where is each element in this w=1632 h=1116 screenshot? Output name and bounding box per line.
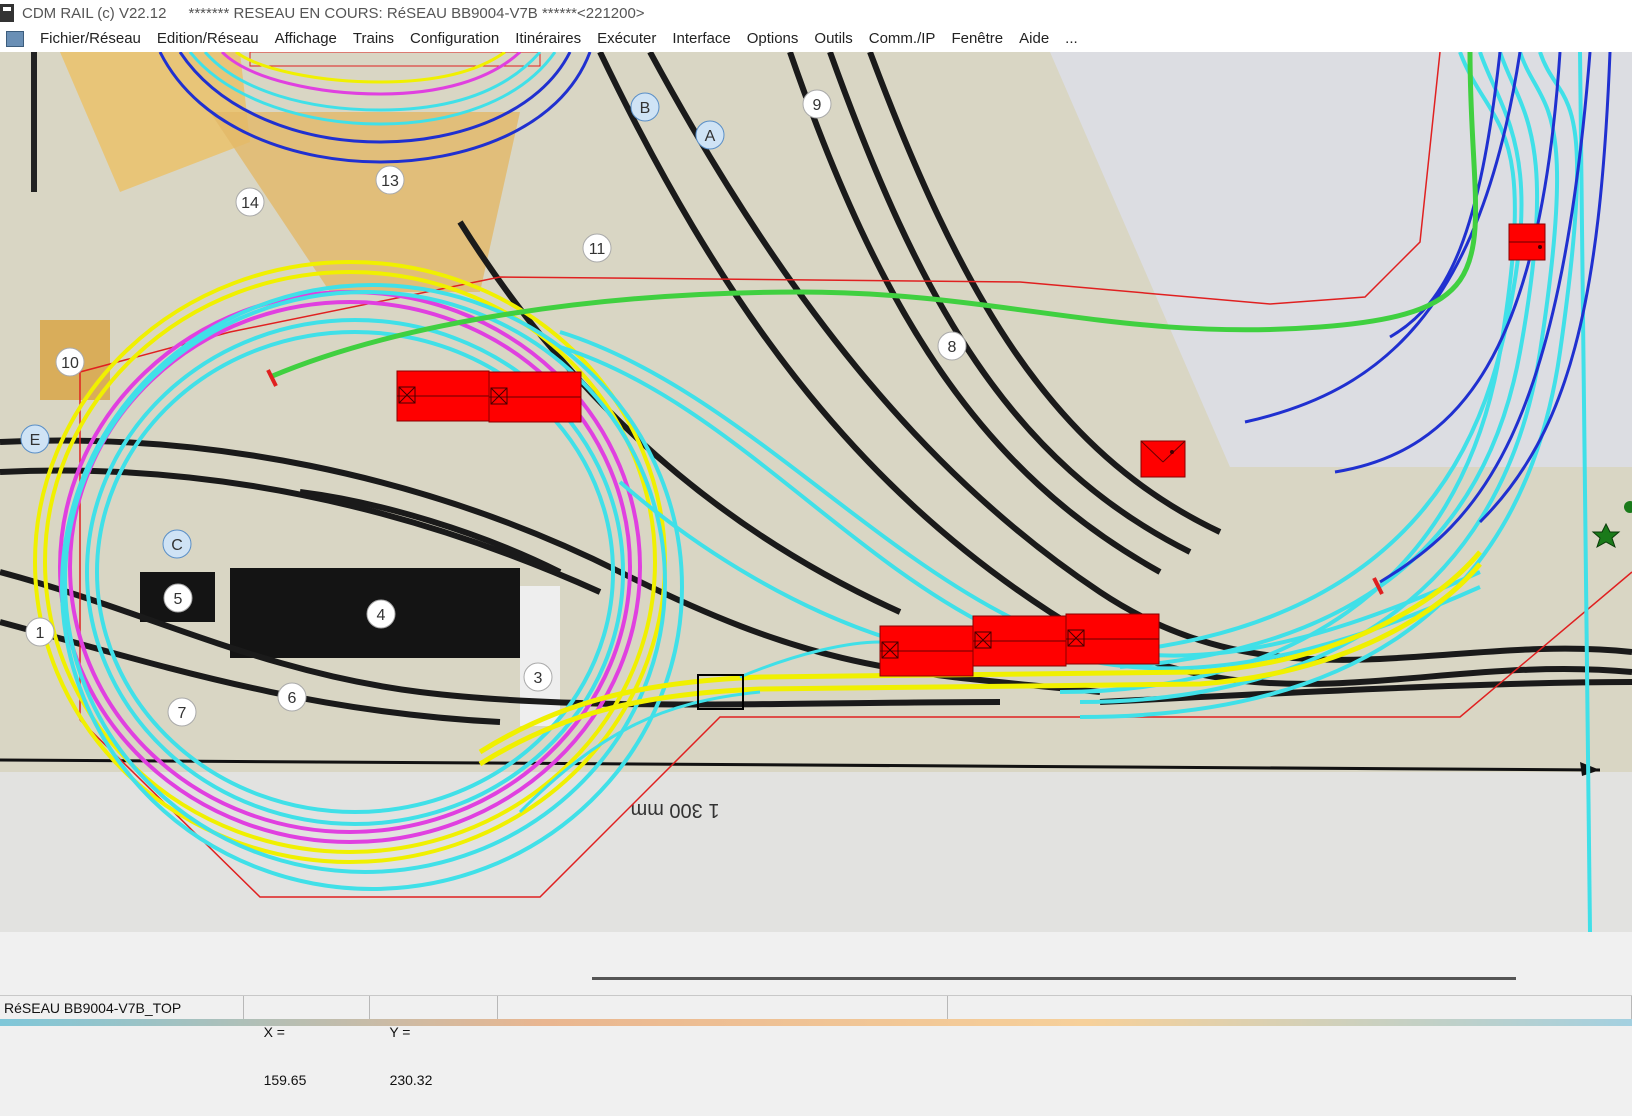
plan-label-13: 13 bbox=[381, 173, 399, 190]
menu-comm-ip[interactable]: Comm./IP bbox=[861, 26, 944, 52]
plan-label-6: 6 bbox=[288, 690, 297, 707]
plan-label-8: 8 bbox=[948, 339, 957, 356]
status-y-value: 230.32 bbox=[389, 1072, 433, 1088]
plan-label-3: 3 bbox=[534, 670, 543, 687]
menu-executer[interactable]: Exécuter bbox=[589, 26, 664, 52]
track-plan-svg[interactable]: 1 300 mm 14 13 11 9 8 10 1 3 4 5 6 7 C E… bbox=[0, 52, 1632, 932]
plan-label-14: 14 bbox=[241, 195, 259, 212]
title-bar: CDM RAIL (c) V22.12 ******* RESEAU EN CO… bbox=[0, 0, 1632, 26]
horizontal-scroll-area bbox=[0, 932, 1632, 1000]
plan-label-10: 10 bbox=[61, 355, 79, 372]
menu-itineraires[interactable]: Itinéraires bbox=[507, 26, 589, 52]
app-name: CDM RAIL (c) V22.12 bbox=[22, 4, 167, 22]
menu-trains[interactable]: Trains bbox=[345, 26, 402, 52]
taskbar-strip bbox=[0, 1019, 1632, 1026]
status-empty-2 bbox=[948, 996, 1632, 1020]
document-icon[interactable] bbox=[6, 31, 24, 47]
plan-label-B: B bbox=[640, 100, 651, 117]
plan-label-1: 1 bbox=[36, 625, 45, 642]
plan-label-4: 4 bbox=[377, 607, 386, 624]
status-empty-1 bbox=[498, 996, 948, 1020]
menu-bar: Fichier/Réseau Edition/Réseau Affichage … bbox=[0, 26, 1632, 53]
menu-aide[interactable]: Aide bbox=[1011, 26, 1057, 52]
train-block-6[interactable] bbox=[1140, 440, 1186, 478]
network-status-title: ******* RESEAU EN COURS: RéSEAU BB9004-V… bbox=[188, 4, 645, 22]
train-single-right[interactable] bbox=[1508, 223, 1546, 261]
train-group-upper-left[interactable] bbox=[396, 370, 582, 423]
menu-interface[interactable]: Interface bbox=[664, 26, 738, 52]
menu-outils[interactable]: Outils bbox=[806, 26, 860, 52]
status-y-coordinate: Y = 230.32 bbox=[370, 996, 498, 1088]
plan-label-E: E bbox=[30, 432, 41, 449]
plan-label-7: 7 bbox=[178, 705, 187, 722]
status-x-value: 159.65 bbox=[263, 1072, 307, 1088]
menu-affichage[interactable]: Affichage bbox=[267, 26, 345, 52]
horizontal-scrollbar-track[interactable] bbox=[592, 977, 1516, 980]
train-single-middle[interactable] bbox=[1140, 440, 1186, 478]
layout-canvas[interactable]: 1 300 mm 14 13 11 9 8 10 1 3 4 5 6 7 C E… bbox=[0, 52, 1632, 932]
status-network-name: RéSEAU BB9004-V7B_TOP bbox=[0, 996, 244, 1020]
menu-more[interactable]: ... bbox=[1057, 26, 1086, 52]
status-y-label: Y = bbox=[389, 1024, 411, 1040]
menu-edition-reseau[interactable]: Edition/Réseau bbox=[149, 26, 267, 52]
plan-label-11: 11 bbox=[589, 241, 606, 258]
plan-bottom-area bbox=[0, 772, 1632, 932]
status-bar: RéSEAU BB9004-V7B_TOP X = 159.65 Y = 230… bbox=[0, 995, 1632, 1088]
status-x-coordinate: X = 159.65 bbox=[244, 996, 370, 1088]
status-x-label: X = bbox=[263, 1024, 285, 1040]
plan-label-A: A bbox=[705, 128, 716, 145]
plan-label-5: 5 bbox=[174, 591, 183, 608]
plan-label-9: 9 bbox=[813, 97, 822, 114]
menu-configuration[interactable]: Configuration bbox=[402, 26, 507, 52]
menu-fichier-reseau[interactable]: Fichier/Réseau bbox=[32, 26, 149, 52]
plan-label-C: C bbox=[171, 537, 183, 554]
menu-fenetre[interactable]: Fenêtre bbox=[943, 26, 1011, 52]
dimension-label: 1 300 mm bbox=[631, 799, 720, 821]
app-icon bbox=[0, 4, 14, 22]
menu-options[interactable]: Options bbox=[739, 26, 807, 52]
